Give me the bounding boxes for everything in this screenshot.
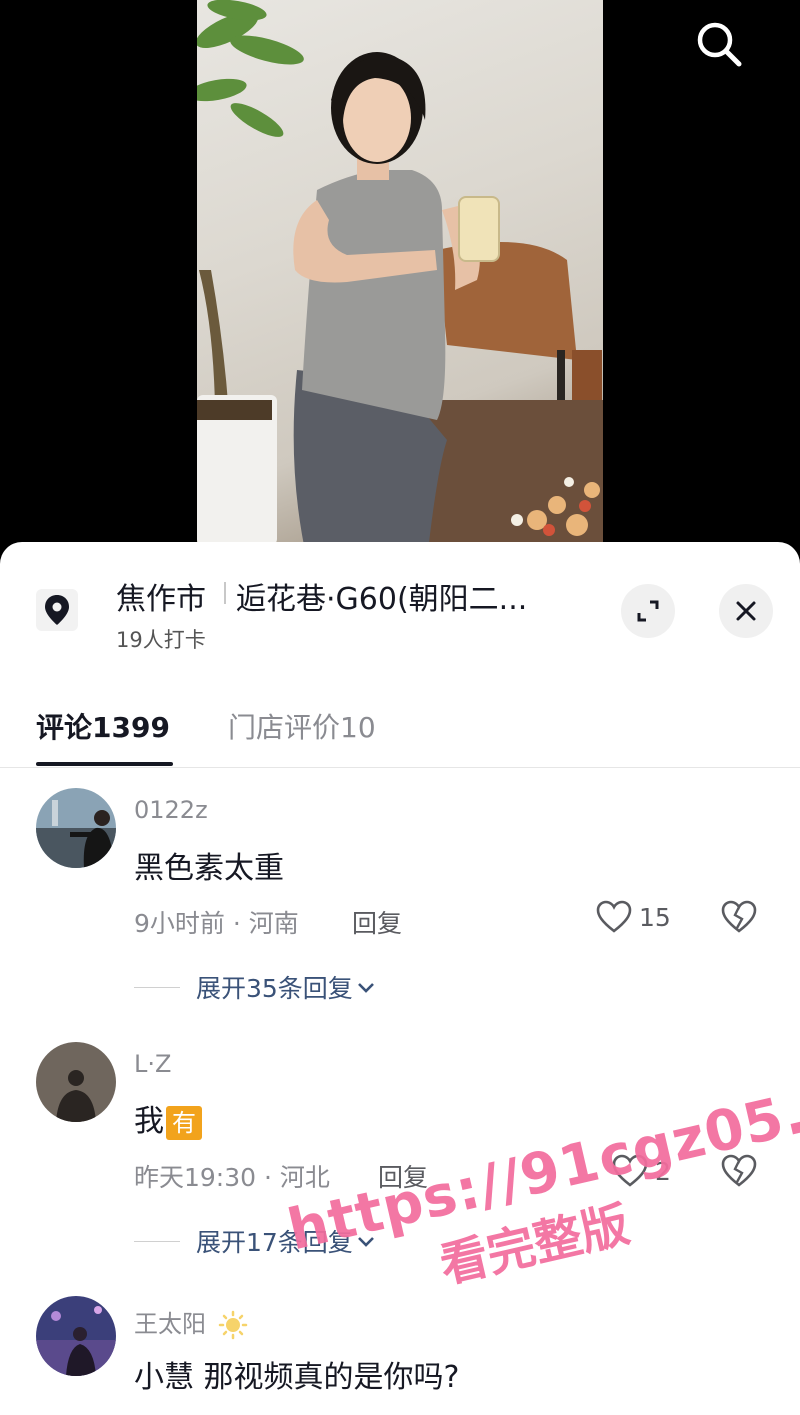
avatar[interactable] (36, 788, 116, 868)
location-city[interactable]: 焦作市 (116, 574, 206, 618)
like-count: 2 (655, 1156, 671, 1186)
tab-active-indicator (36, 762, 173, 766)
tab-store-reviews[interactable]: 门店评价10 (228, 706, 376, 746)
search-icon (697, 22, 742, 67)
location-pin-icon (36, 589, 78, 631)
video-scene (197, 0, 603, 560)
comment-username[interactable]: 0122z (134, 796, 208, 824)
search-button[interactable] (690, 16, 748, 74)
dislike-button[interactable] (720, 1152, 758, 1190)
location-place[interactable]: 逅花巷·G60(朝阳二... (236, 574, 527, 618)
comment-text: 小慧 那视频真的是你吗? (134, 1360, 460, 1395)
broken-heart-icon (721, 900, 757, 933)
close-button[interactable] (719, 584, 773, 638)
comment-meta: 9小时前 · 河南 (134, 909, 299, 938)
location-separator (224, 582, 226, 604)
expand-replies-label: 展开17条回复 (196, 1228, 353, 1257)
heart-icon (612, 1154, 648, 1187)
emoji-have: 有 (166, 1105, 202, 1140)
location-checkins: 19人打卡 (116, 628, 206, 652)
comment-text: 黑色素太重 (134, 851, 284, 886)
like-count: 15 (639, 902, 671, 932)
comment-text: 我有 (134, 1096, 202, 1140)
expand-icon (637, 600, 659, 622)
like-button[interactable]: 2 (611, 1152, 671, 1190)
chevron-down-icon (357, 983, 374, 993)
expand-line (134, 1240, 180, 1242)
dislike-button[interactable] (720, 898, 758, 936)
video-player[interactable] (0, 0, 800, 560)
chevron-down-icon (357, 1237, 374, 1247)
close-icon (736, 601, 756, 621)
comment-username[interactable]: 王太阳 (134, 1304, 248, 1340)
comment-username[interactable]: L·Z (134, 1050, 171, 1078)
comment-sheet (0, 542, 800, 1415)
video-frame (197, 0, 603, 560)
expand-replies-button[interactable]: 展开35条回复 (134, 969, 379, 1005)
expand-replies-button[interactable]: 展开17条回复 (134, 1223, 379, 1259)
tab-comments[interactable]: 评论1399 (36, 706, 170, 746)
comment-text-body: 我 (134, 1104, 164, 1139)
broken-heart-icon (721, 1154, 757, 1187)
comment-meta: 昨天19:30 · 河北 (134, 1163, 330, 1192)
reply-button[interactable]: 回复 (378, 1158, 428, 1194)
tab-divider (0, 767, 800, 768)
reply-button[interactable]: 回复 (352, 904, 402, 940)
expand-sheet-button[interactable] (621, 584, 675, 638)
expand-line (134, 986, 180, 988)
avatar[interactable] (36, 1042, 116, 1122)
expand-replies-label: 展开35条回复 (196, 974, 353, 1003)
comment-username-text: 王太阳 (134, 1310, 206, 1338)
sun-badge-icon (218, 1310, 247, 1340)
avatar[interactable] (36, 1296, 116, 1376)
like-button[interactable]: 15 (595, 898, 671, 936)
heart-icon (596, 900, 632, 933)
